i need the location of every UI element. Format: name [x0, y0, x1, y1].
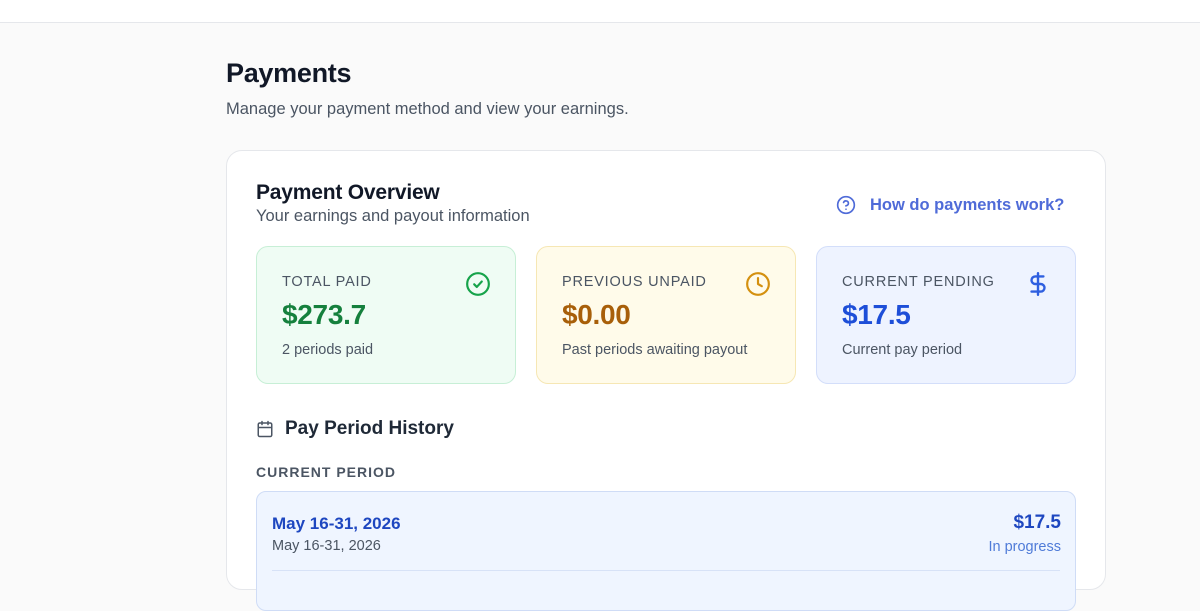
- payment-overview-card: Payment Overview Your earnings and payou…: [226, 150, 1106, 611]
- current-period-label: CURRENT PERIOD: [256, 464, 397, 480]
- top-bar: [0, 0, 1200, 23]
- total-paid-card: TOTAL PAID $273.7 2 periods paid: [256, 246, 516, 384]
- calendar-icon: [257, 420, 273, 438]
- pay-period-history-header: Pay Period History: [256, 417, 454, 441]
- current-pending-label: CURRENT PENDING: [842, 274, 995, 290]
- previous-unpaid-value: $0.00: [562, 299, 631, 330]
- page-title: Payments: [226, 58, 352, 88]
- overview-title: Payment Overview: [256, 181, 440, 204]
- help-circle-icon: [836, 195, 856, 215]
- current-pending-note: Current pay period: [842, 342, 963, 358]
- period-status: In progress: [988, 539, 1061, 555]
- previous-unpaid-note: Past periods awaiting payout: [562, 342, 748, 358]
- help-link-label: How do payments work?: [870, 195, 1065, 214]
- check-circle-icon: [466, 272, 490, 296]
- current-pending-value: $17.5: [842, 299, 911, 330]
- current-pending-card: CURRENT PENDING $17.5 Current pay period: [816, 246, 1076, 384]
- total-paid-label: TOTAL PAID: [282, 274, 372, 290]
- overview-subtitle: Your earnings and payout information: [256, 207, 530, 225]
- period-subtitle: May 16-31, 2026: [272, 538, 381, 554]
- pay-period-history-title: Pay Period History: [285, 418, 454, 439]
- period-divider: [272, 570, 1060, 571]
- clock-icon: [746, 272, 770, 296]
- current-period-row[interactable]: May 16-31, 2026 May 16-31, 2026 $17.5 In…: [256, 491, 1076, 611]
- period-amount: $17.5: [1013, 512, 1061, 533]
- previous-unpaid-card: PREVIOUS UNPAID $0.00 Past periods await…: [536, 246, 796, 384]
- previous-unpaid-label: PREVIOUS UNPAID: [562, 274, 707, 290]
- total-paid-note: 2 periods paid: [282, 342, 374, 358]
- dollar-icon: [1030, 271, 1046, 297]
- period-title: May 16-31, 2026: [272, 514, 401, 533]
- how-payments-work-link[interactable]: How do payments work?: [836, 193, 1064, 217]
- page-subtitle: Manage your payment method and view your…: [226, 100, 629, 118]
- total-paid-value: $273.7: [282, 299, 366, 330]
